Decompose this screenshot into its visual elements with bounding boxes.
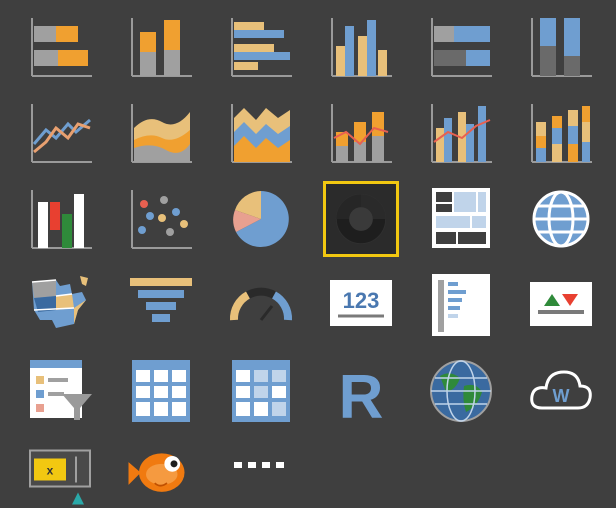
multi-row-card-icon[interactable] [426, 270, 496, 340]
donut-chart-icon[interactable] [323, 181, 399, 257]
more-visuals-icon[interactable] [226, 440, 296, 490]
stacked-column-chart-icon[interactable] [126, 12, 196, 82]
word-cloud-letter: W [553, 386, 570, 406]
map-icon[interactable] [526, 184, 596, 254]
waterfall-chart-icon[interactable] [26, 184, 96, 254]
globe-map-icon[interactable] [426, 356, 496, 426]
100-percent-stacked-column-chart-icon[interactable] [526, 12, 596, 82]
clustered-column-chart-icon[interactable] [326, 12, 396, 82]
table-icon[interactable] [126, 356, 196, 426]
card-icon[interactable]: 123 [326, 270, 396, 340]
r-script-visual-icon[interactable]: R [326, 356, 396, 426]
pie-chart-icon[interactable] [226, 184, 296, 254]
svg-text:x: x [47, 463, 54, 477]
matrix-icon[interactable] [226, 356, 296, 426]
slicer-icon[interactable] [26, 356, 96, 426]
clustered-bar-chart-icon[interactable] [226, 12, 296, 82]
stacked-bar-chart-icon[interactable] [26, 12, 96, 82]
treemap-icon[interactable] [426, 184, 496, 254]
line-and-stacked-column-chart-icon[interactable] [326, 98, 396, 168]
filled-map-icon[interactable] [26, 270, 96, 340]
ribbon-chart-icon[interactable] [526, 98, 596, 168]
100-percent-stacked-bar-chart-icon[interactable] [426, 12, 496, 82]
scatter-chart-icon[interactable] [126, 184, 196, 254]
stacked-area-chart-icon[interactable] [226, 98, 296, 168]
card-value: 123 [343, 288, 380, 313]
funnel-icon[interactable] [126, 270, 196, 340]
line-chart-icon[interactable] [26, 98, 96, 168]
word-cloud-icon[interactable]: W [526, 356, 596, 426]
line-and-clustered-column-chart-icon[interactable] [426, 98, 496, 168]
area-chart-icon[interactable] [126, 98, 196, 168]
fish-custom-visual-icon[interactable] [120, 440, 200, 505]
custom-visual-icon[interactable]: x [26, 440, 96, 505]
r-script-label: R [339, 363, 384, 426]
gauge-icon[interactable] [226, 270, 296, 340]
kpi-icon[interactable] [526, 270, 596, 340]
